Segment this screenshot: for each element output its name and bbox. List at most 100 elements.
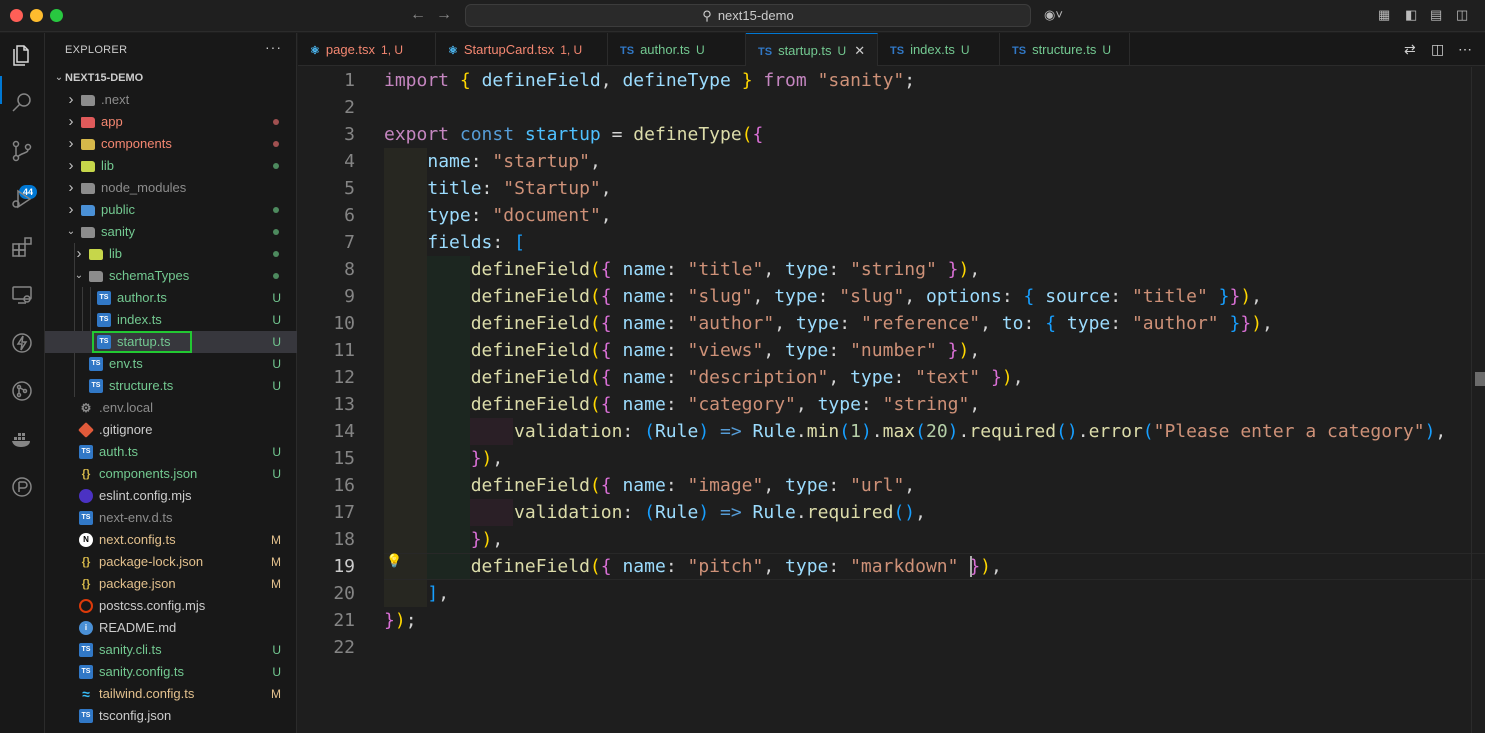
ts-file-icon: TS <box>97 291 111 305</box>
tree-item[interactable]: eslint.config.mjs <box>45 485 297 507</box>
remote-explorer-icon[interactable] <box>8 281 36 309</box>
tab-page-tsx[interactable]: ⚛ page.tsx 1, U <box>298 33 436 66</box>
tree-item[interactable]: › app <box>45 111 297 133</box>
docker-icon[interactable] <box>8 425 36 453</box>
tree-item[interactable]: › public <box>45 199 297 221</box>
tree-item[interactable]: {} package.json M <box>45 573 297 595</box>
line-number: 22 <box>333 637 355 658</box>
minimize-window-button[interactable] <box>30 9 43 22</box>
run-debug-icon[interactable] <box>8 185 36 213</box>
arrow-right-icon[interactable]: → <box>436 6 452 24</box>
tree-item[interactable]: postcss.config.mjs <box>45 595 297 617</box>
tailwind-icon: ≈ <box>82 686 90 702</box>
copilot-icon[interactable]: ◉˅ <box>1044 7 1063 23</box>
tree-item[interactable]: TS env.ts U <box>45 353 297 375</box>
code-line-16: defineField({ name: "image", type: "url"… <box>470 475 916 496</box>
folder-icon <box>81 183 95 194</box>
tab-index-ts[interactable]: TS index.ts U <box>878 33 1000 66</box>
tree-item[interactable]: ⌄ sanity <box>45 221 297 243</box>
code-line-5: title: "Startup", <box>427 178 612 199</box>
tree-item[interactable]: ⚙ .env.local <box>45 397 297 419</box>
chevron-right-icon: › <box>68 135 74 152</box>
tab-label: StartupCard.tsx <box>463 42 555 57</box>
line-number: 21 <box>333 610 355 631</box>
compare-changes-icon[interactable]: ⇄ <box>1404 41 1416 58</box>
tree-item[interactable]: TS auth.ts U <box>45 441 297 463</box>
tree-item[interactable]: › lib <box>45 243 297 265</box>
testing-icon[interactable] <box>8 473 36 501</box>
search-icon[interactable] <box>8 89 36 117</box>
code-editor[interactable]: 1 2 3 4 5 6 7 8 9 10 11 12 13 14 15 16 17 18 19 20 21 22 impo… <box>298 67 1485 733</box>
tree-item-label: eslint.config.mjs <box>99 488 192 503</box>
git-file-icon <box>78 422 94 438</box>
more-actions-button[interactable]: ··· <box>265 39 282 55</box>
close-window-button[interactable] <box>10 9 23 22</box>
react-icon: ⚛ <box>448 45 458 57</box>
maximize-window-button[interactable] <box>50 9 63 22</box>
code-line-12: defineField({ name: "description", type:… <box>470 367 1024 388</box>
close-icon[interactable]: ✕ <box>854 43 865 58</box>
tree-item[interactable]: Nnext.config.ts M <box>45 529 297 551</box>
tree-item[interactable]: .gitignore <box>45 419 297 441</box>
source-control-icon[interactable] <box>8 137 36 165</box>
command-center-search[interactable]: ⚲ next15-demo <box>465 4 1031 27</box>
tree-item[interactable]: TS tsconfig.json <box>45 705 297 727</box>
split-editor-icon[interactable]: ◫ <box>1431 41 1444 58</box>
customize-layout-icon[interactable]: ▦ <box>1378 7 1390 23</box>
tree-item[interactable]: › lib <box>45 155 297 177</box>
activity-bar: 44 <box>0 33 45 733</box>
line-number: 17 <box>333 502 355 523</box>
code-line-6: type: "document", <box>427 205 612 226</box>
tree-item-label: auth.ts <box>99 444 139 459</box>
code-line-10: defineField({ name: "author", type: "ref… <box>470 313 1273 334</box>
tab-status: 1, U <box>381 43 404 57</box>
tree-item[interactable]: › node_modules <box>45 177 297 199</box>
tree-item[interactable]: › .next <box>45 89 297 111</box>
toggle-sidebar-icon[interactable]: ◧ <box>1405 7 1417 23</box>
ts-file-icon: TS <box>620 45 635 57</box>
tree-item-label: components.json <box>99 466 198 481</box>
tree-item-label: env.ts <box>109 356 143 371</box>
workspace-root[interactable]: ⌄ NEXT15-DEMO <box>45 67 297 89</box>
tree-item[interactable]: TS sanity.cli.ts U <box>45 639 297 661</box>
git-status-badge: U <box>272 643 281 657</box>
tree-item[interactable]: › components <box>45 133 297 155</box>
tree-item-label: lib <box>101 158 115 173</box>
tree-item-label: tsconfig.json <box>99 708 172 723</box>
tree-item[interactable]: TS next-env.d.ts <box>45 507 297 529</box>
lightbulb-icon[interactable]: 💡 <box>386 553 402 569</box>
tree-item[interactable]: TS sanity.config.ts U <box>45 661 297 683</box>
tree-item[interactable]: ≈ tailwind.config.ts M <box>45 683 297 705</box>
tree-item-label: next.config.ts <box>99 532 176 547</box>
tree-item[interactable]: TS structure.ts U <box>45 375 297 397</box>
line-number: 13 <box>333 394 355 415</box>
tree-item[interactable]: TS index.ts U <box>45 309 297 331</box>
tab-startup-ts[interactable]: TS startup.ts U ✕ <box>746 33 878 66</box>
git-graph-icon[interactable] <box>8 377 36 405</box>
tree-item-label: sanity <box>101 224 135 239</box>
json-file-icon: {} <box>81 578 91 590</box>
tree-item-label: node_modules <box>101 180 187 195</box>
tab-status: U <box>960 43 970 57</box>
ts-file-icon: TS <box>79 445 93 459</box>
tree-item[interactable]: ⌄ schemaTypes <box>45 265 297 287</box>
tab-author-ts[interactable]: TS author.ts U <box>608 33 746 66</box>
tree-item[interactable]: i README.md <box>45 617 297 639</box>
git-status-dot <box>273 141 279 147</box>
arrow-left-icon[interactable]: ← <box>410 6 426 24</box>
explorer-icon[interactable] <box>8 41 36 69</box>
git-status-badge: U <box>272 291 281 305</box>
toggle-secondary-sidebar-icon[interactable]: ◫ <box>1456 7 1468 23</box>
tree-item[interactable]: {} components.json U <box>45 463 297 485</box>
thunder-client-icon[interactable] <box>8 329 36 357</box>
toggle-panel-icon[interactable]: ▤ <box>1430 7 1442 23</box>
tree-item[interactable]: {} package-lock.json M <box>45 551 297 573</box>
more-icon[interactable]: ⋯ <box>1458 41 1472 58</box>
extensions-icon[interactable] <box>8 233 36 261</box>
git-status-dot <box>273 207 279 213</box>
scrollbar-thumb[interactable] <box>1475 372 1485 386</box>
tab-startupcard-tsx[interactable]: ⚛ StartupCard.tsx 1, U <box>436 33 608 66</box>
tab-structure-ts[interactable]: TS structure.ts U <box>1000 33 1130 66</box>
editor-scrollbar[interactable] <box>1471 67 1485 733</box>
tree-item[interactable]: TS author.ts U <box>45 287 297 309</box>
